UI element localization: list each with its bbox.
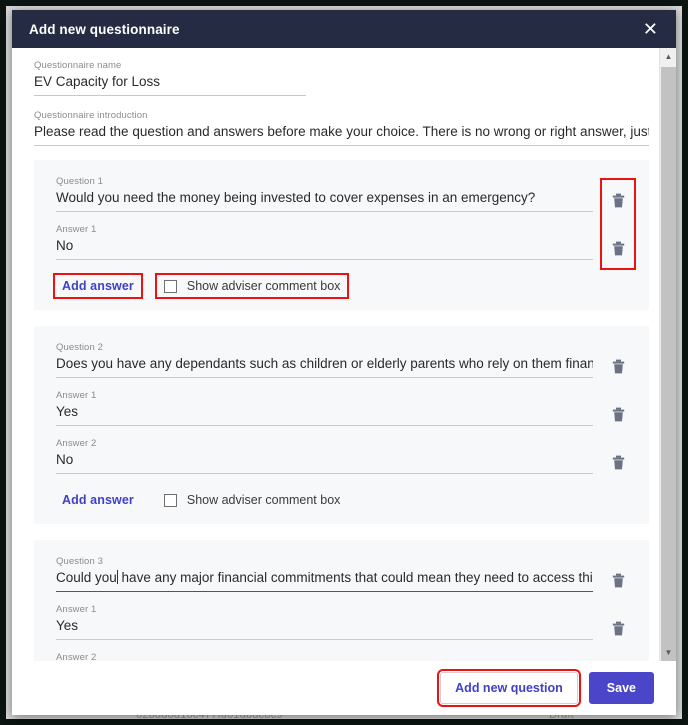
answer-label: Answer 2 bbox=[56, 652, 97, 661]
question-input[interactable]: Does you have any dependants such as chi… bbox=[56, 356, 593, 378]
question-row: Question 1 Would you need the money being… bbox=[56, 176, 631, 212]
questionnaire-name-input[interactable]: EV Capacity for Loss bbox=[34, 74, 306, 96]
delete-question-icon[interactable] bbox=[605, 188, 631, 212]
answer-label: Answer 2 bbox=[56, 438, 97, 449]
delete-answer-icon[interactable] bbox=[605, 450, 631, 474]
add-new-question-button[interactable]: Add new question bbox=[437, 669, 581, 707]
answer-row: Answer 2No bbox=[56, 652, 631, 661]
add-answer-button[interactable]: Add answer bbox=[56, 490, 140, 510]
question-label: Question 3 bbox=[56, 556, 103, 567]
questionnaire-name-field: Questionnaire name EV Capacity for Loss bbox=[34, 60, 649, 96]
modal-body-scroll-area: Questionnaire name EV Capacity for Loss … bbox=[12, 48, 676, 661]
question-card: Question 2 Does you have any dependants s… bbox=[34, 326, 649, 524]
show-adviser-comment-box-label: Show adviser comment box bbox=[186, 493, 341, 507]
answer-label: Answer 1 bbox=[56, 604, 97, 615]
question-card-footer: Add answer Show adviser comment box bbox=[56, 490, 631, 510]
answer-input[interactable]: No bbox=[56, 452, 593, 474]
questionnaire-introduction-label: Questionnaire introduction bbox=[34, 110, 148, 121]
question-label: Question 1 bbox=[56, 176, 103, 187]
answer-row: Answer 2 No bbox=[56, 438, 631, 474]
delete-question-icon[interactable] bbox=[605, 568, 631, 592]
show-adviser-comment-box-checkbox[interactable] bbox=[163, 279, 177, 293]
show-adviser-comment-box-checkbox-group[interactable]: Show adviser comment box bbox=[158, 490, 347, 510]
show-adviser-comment-box-label: Show adviser comment box bbox=[186, 279, 341, 293]
save-button[interactable]: Save bbox=[588, 672, 654, 704]
show-adviser-comment-box-checkbox-group[interactable]: Show adviser comment box bbox=[154, 273, 350, 299]
scrollbar-thumb[interactable] bbox=[661, 67, 676, 661]
scroll-down-icon[interactable]: ▼ bbox=[660, 644, 676, 661]
question-row: Question 2 Does you have any dependants s… bbox=[56, 342, 631, 378]
add-questionnaire-modal: Add new questionnaire ✕ Questionnaire na… bbox=[12, 10, 676, 715]
answer-input[interactable]: Yes bbox=[56, 618, 593, 640]
question-field: Question 3 Could you have any major finan… bbox=[56, 556, 593, 592]
modal-title: Add new questionnaire bbox=[29, 21, 180, 37]
answer-label: Answer 1 bbox=[56, 224, 97, 235]
answer-label: Answer 1 bbox=[56, 390, 97, 401]
questionnaire-introduction-input[interactable]: Please read the question and answers bef… bbox=[34, 124, 649, 146]
question-card: Question 3 Could you have any major finan… bbox=[34, 540, 649, 661]
answer-field: Answer 1 Yes bbox=[56, 604, 593, 640]
questionnaire-introduction-field: Questionnaire introduction Please read t… bbox=[34, 110, 649, 146]
modal-header: Add new questionnaire ✕ bbox=[12, 10, 676, 48]
answer-field: Answer 2 No bbox=[56, 438, 593, 474]
question-field: Question 2 Does you have any dependants s… bbox=[56, 342, 593, 378]
screenshot-root: 62bdd8d16c477fd01dbdcbc9 Draft Add new q… bbox=[0, 0, 688, 725]
answer-field: Answer 2No bbox=[56, 652, 593, 661]
text-caret bbox=[116, 570, 118, 584]
question-card: Question 1 Would you need the money being… bbox=[34, 160, 649, 310]
answer-field: Answer 1 No bbox=[56, 224, 593, 260]
question-field: Question 1 Would you need the money being… bbox=[56, 176, 593, 212]
delete-question-icon[interactable] bbox=[605, 354, 631, 378]
delete-answer-icon[interactable] bbox=[605, 236, 631, 260]
add-answer-button[interactable]: Add answer bbox=[53, 273, 143, 299]
modal-body: Questionnaire name EV Capacity for Loss … bbox=[12, 48, 659, 661]
modal-footer: Add new question Save bbox=[12, 661, 676, 715]
delete-answer-icon[interactable] bbox=[605, 616, 631, 640]
answer-row: Answer 1 Yes bbox=[56, 604, 631, 640]
questionnaire-name-label: Questionnaire name bbox=[34, 60, 122, 71]
answer-field: Answer 1 Yes bbox=[56, 390, 593, 426]
question-input[interactable]: Would you need the money being invested … bbox=[56, 190, 593, 212]
question-card-footer: Add answer Show adviser comment box bbox=[53, 273, 631, 299]
question-row: Question 3 Could you have any major finan… bbox=[56, 556, 631, 592]
answer-row: Answer 1 No bbox=[56, 224, 631, 260]
answer-row: Answer 1 Yes bbox=[56, 390, 631, 426]
show-adviser-comment-box-checkbox[interactable] bbox=[163, 493, 177, 507]
close-icon[interactable]: ✕ bbox=[640, 18, 661, 40]
questions-list: Question 1 Would you need the money being… bbox=[34, 160, 649, 661]
answer-input[interactable]: Yes bbox=[56, 404, 593, 426]
delete-answer-icon[interactable] bbox=[605, 402, 631, 426]
question-input[interactable]: Could you have any major financial commi… bbox=[56, 570, 593, 592]
answer-input[interactable]: No bbox=[56, 238, 593, 260]
question-label: Question 2 bbox=[56, 342, 103, 353]
scroll-up-icon[interactable]: ▲ bbox=[660, 48, 676, 65]
body-scrollbar[interactable]: ▲ ▼ bbox=[659, 48, 676, 661]
